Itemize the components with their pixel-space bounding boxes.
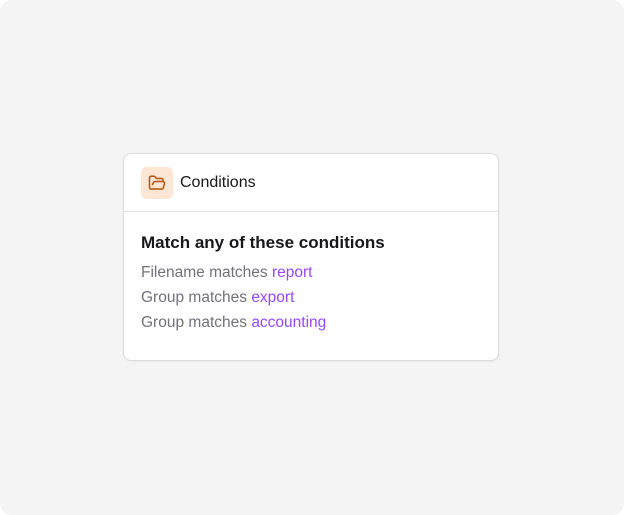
condition-row: Filename matches report [141, 260, 481, 285]
condition-value: report [271, 264, 313, 281]
condition-value: export [251, 289, 295, 306]
card-title: Conditions [180, 173, 256, 191]
card-body: Match any of these conditions Filename m… [124, 212, 498, 335]
condition-operator: matches [209, 264, 268, 281]
conditions-heading: Match any of these conditions [141, 233, 385, 252]
condition-operator: matches [188, 314, 247, 331]
folder-open-icon [141, 166, 173, 199]
card-header: Conditions [124, 154, 498, 212]
conditions-card: Conditions Match any of these conditions… [123, 153, 499, 361]
condition-row: Group matches export [141, 285, 481, 310]
condition-field: Group [141, 314, 185, 331]
condition-field: Filename [141, 264, 205, 281]
condition-field: Group [141, 289, 185, 306]
condition-value: accounting [251, 314, 327, 331]
condition-row: Group matches accounting [141, 310, 481, 335]
condition-operator: matches [188, 289, 247, 306]
page-background: Conditions Match any of these conditions… [0, 0, 624, 515]
